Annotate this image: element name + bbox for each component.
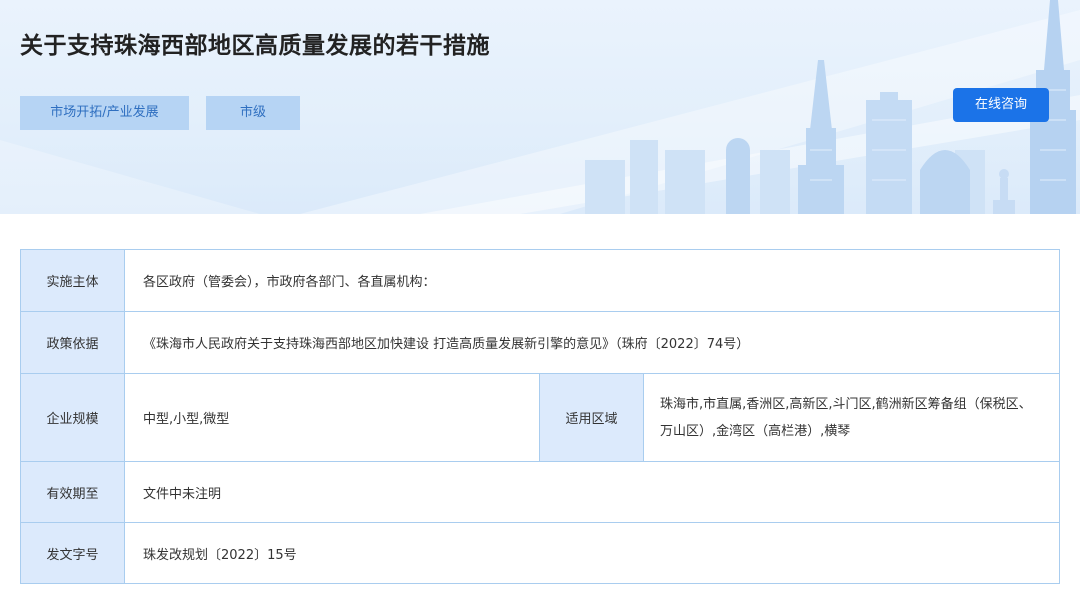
valid-until-value: 文件中未注明 xyxy=(123,461,1061,523)
document-number-value: 珠发改规划〔2022〕15号 xyxy=(123,522,1061,584)
table-row: 发文字号 珠发改规划〔2022〕15号 xyxy=(20,522,1061,584)
online-consult-button[interactable]: 在线咨询 xyxy=(953,88,1049,122)
table-row: 政策依据 《珠海市人民政府关于支持珠海西部地区加快建设 打造高质量发展新引擎的意… xyxy=(20,311,1061,374)
document-number-label: 发文字号 xyxy=(20,522,125,584)
policy-info-table: 实施主体 各区政府（管委会），市政府各部门、各直属机构： 政策依据 《珠海市人民… xyxy=(20,249,1061,584)
enterprise-scale-label: 企业规模 xyxy=(20,373,125,462)
table-row: 企业规模 中型,小型,微型 适用区域 珠海市,市直属,香洲区,高新区,斗门区,鹤… xyxy=(20,373,1061,462)
policy-basis-value: 《珠海市人民政府关于支持珠海西部地区加快建设 打造高质量发展新引擎的意见》（珠府… xyxy=(123,311,1061,374)
table-row: 有效期至 文件中未注明 xyxy=(20,461,1061,523)
implementing-body-label: 实施主体 xyxy=(20,249,125,312)
page-title: 关于支持珠海西部地区高质量发展的若干措施 xyxy=(20,33,490,59)
applicable-area-value: 珠海市,市直属,香洲区,高新区,斗门区,鹤洲新区筹备组（保税区、万山区）,金湾区… xyxy=(642,373,1061,462)
policy-basis-label: 政策依据 xyxy=(20,311,125,374)
enterprise-scale-value: 中型,小型,微型 xyxy=(124,373,540,462)
header-banner: 关于支持珠海西部地区高质量发展的若干措施 市场开拓/产业发展 市级 在线咨询 xyxy=(0,0,1080,214)
applicable-area-label: 适用区域 xyxy=(539,373,644,462)
valid-until-label: 有效期至 xyxy=(20,461,125,523)
table-row: 实施主体 各区政府（管委会），市政府各部门、各直属机构： xyxy=(20,249,1061,312)
tag-level[interactable]: 市级 xyxy=(206,96,300,130)
tag-industry[interactable]: 市场开拓/产业发展 xyxy=(20,96,189,130)
implementing-body-value: 各区政府（管委会），市政府各部门、各直属机构： xyxy=(123,249,1061,312)
